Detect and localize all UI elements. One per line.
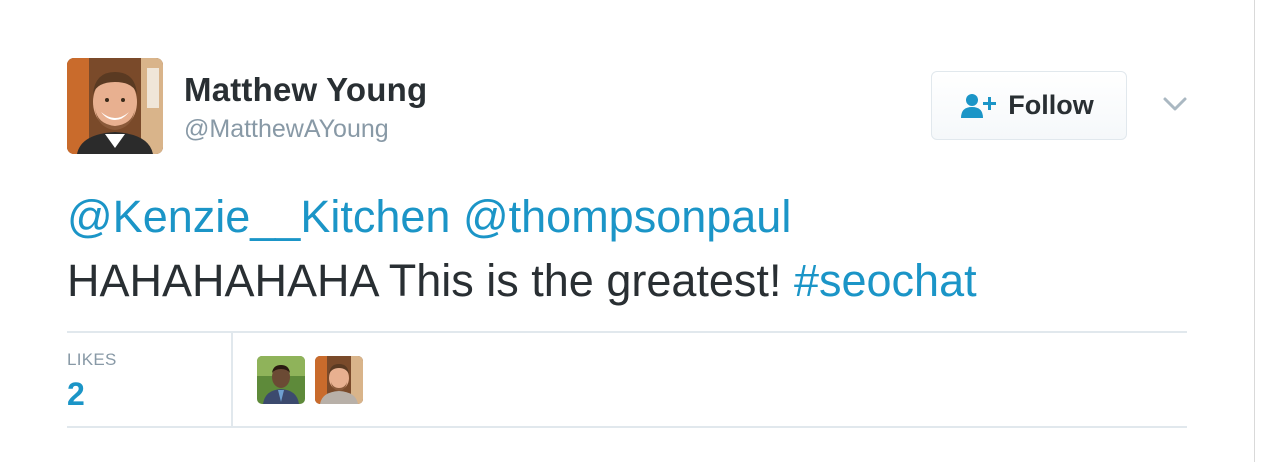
profile-photo-icon — [315, 356, 363, 404]
likes-label: LIKES — [67, 350, 117, 369]
window-edge — [1254, 0, 1270, 462]
stats-divider-top — [67, 331, 1187, 333]
chevron-down-icon[interactable] — [1160, 92, 1190, 116]
add-user-icon — [961, 93, 997, 118]
body-line: HAHAHAHAHA This is the greatest! #seocha… — [67, 249, 1217, 313]
mentions-line: @Kenzie__Kitchen @thompsonpaul — [67, 185, 1217, 249]
follow-button-label: Follow — [1008, 90, 1094, 120]
mention-link[interactable]: @Kenzie__Kitchen — [67, 191, 450, 242]
tweet-body-text: HAHAHAHAHA This is the greatest! — [67, 255, 782, 306]
author-handle[interactable]: @MatthewAYoung — [184, 115, 389, 144]
liker-avatar[interactable] — [315, 356, 363, 404]
author-name[interactable]: Matthew Young — [184, 71, 427, 109]
author-avatar[interactable] — [67, 58, 163, 154]
profile-photo-icon — [67, 58, 163, 154]
stats-divider-bottom — [67, 426, 1187, 428]
mention-link[interactable]: @thompsonpaul — [463, 191, 791, 242]
tweet-text: @Kenzie__Kitchen @thompsonpaul HAHAHAHAH… — [67, 185, 1217, 313]
follow-button[interactable]: Follow — [931, 71, 1127, 140]
likes-count[interactable]: 2 — [67, 376, 85, 413]
liker-avatar[interactable] — [257, 356, 305, 404]
stats-divider-vertical — [231, 333, 233, 427]
profile-photo-icon — [257, 356, 305, 404]
hashtag-link[interactable]: #seochat — [794, 255, 977, 306]
